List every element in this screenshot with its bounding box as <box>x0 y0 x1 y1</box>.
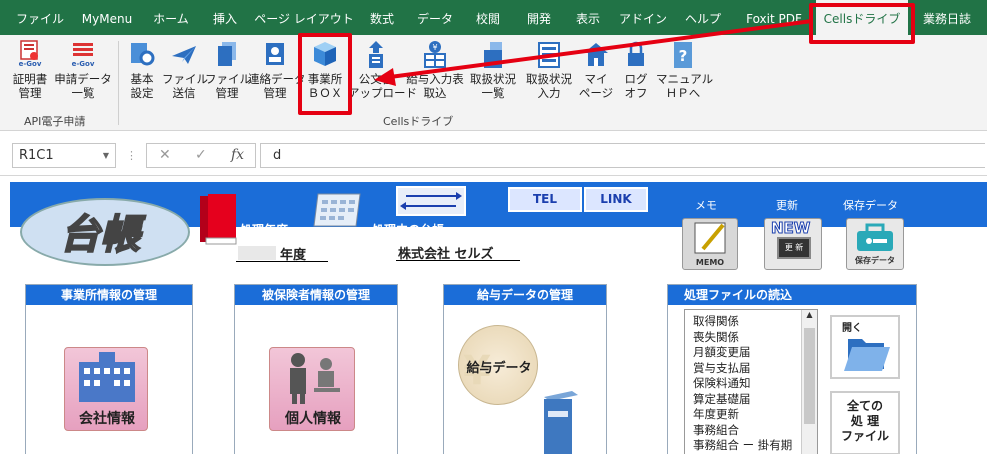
update-button[interactable]: NEW 更 新 <box>764 218 822 270</box>
panel-file-loader: 処理ファイルの読込 取得関係 喪失関係 月額変更届 賞与支払届 保険料通知 算定… <box>667 284 917 454</box>
swap-arrows-icon <box>400 192 462 210</box>
list-item[interactable]: 取得関係 <box>693 314 792 330</box>
saved-data-label: 保存データ <box>843 199 898 212</box>
scroll-thumb[interactable] <box>804 328 815 424</box>
label-line3: ファイル <box>840 429 889 443</box>
processing-year-label: 処理年度 <box>240 223 289 237</box>
panel-title: 処理ファイルの読込 <box>668 285 916 305</box>
switch-ledger-button[interactable] <box>396 186 466 216</box>
current-ledger-label: 処理中の台帳 <box>372 223 445 237</box>
pointer-arrow <box>374 19 813 86</box>
list-item[interactable]: 事務組合 ー 掛有期 <box>693 438 792 454</box>
saved-data-button[interactable]: 保存データ <box>846 218 904 270</box>
year-value-cell <box>238 246 276 260</box>
list-item[interactable]: 年度更新 <box>693 407 792 423</box>
worksheet: 台帳 処理年度 処理中の台帳 TEL LINK メモ 更新 保存データ MEMO <box>0 176 987 454</box>
link-button[interactable]: LINK <box>584 187 648 212</box>
update-monitor-icon: 更 新 <box>777 237 811 259</box>
calendar-icon <box>312 190 364 230</box>
scroll-up-icon[interactable]: ▲ <box>802 310 817 319</box>
process-file-items: 取得関係 喪失関係 月額変更届 賞与支払届 保険料通知 算定基礎届 年度更新 事… <box>693 314 792 454</box>
process-file-list[interactable]: 取得関係 喪失関係 月額変更届 賞与支払届 保険料通知 算定基礎届 年度更新 事… <box>684 309 818 454</box>
year-underline <box>236 261 328 262</box>
red-book-icon <box>198 192 238 246</box>
panel-title: 事業所情報の管理 <box>26 285 192 305</box>
personal-info-button[interactable]: 個人情報 <box>269 347 355 431</box>
chevron-down-icon[interactable]: ▼ <box>103 144 109 167</box>
cancel-icon[interactable]: ✕ <box>159 147 171 163</box>
check-icon[interactable]: ✓ <box>195 147 207 163</box>
list-item[interactable]: 喪失関係 <box>693 330 792 346</box>
formula-buttons: ✕ ✓ fx <box>146 143 256 168</box>
panel-salary-data: 給与データの管理 ¥ 給与データ <box>443 284 607 454</box>
list-scrollbar[interactable]: ▲ <box>801 310 817 454</box>
memo-button[interactable]: MEMO <box>682 218 738 270</box>
binder-file-icon <box>540 389 580 454</box>
list-item[interactable]: 月額変更届 <box>693 345 792 361</box>
salary-data-button[interactable]: ¥ 給与データ <box>458 325 538 405</box>
list-item[interactable]: 保険料通知 <box>693 376 792 392</box>
more-vertical-icon: ⋮ <box>126 149 137 162</box>
people-icon <box>290 353 340 404</box>
toolbox-icon <box>857 223 893 251</box>
open-file-button[interactable]: 開く <box>830 315 900 379</box>
name-box[interactable]: R1C1 ▼ <box>12 143 116 168</box>
insert-function-icon[interactable]: fx <box>231 147 244 163</box>
company-underline <box>396 260 520 261</box>
all-process-files-button[interactable]: 全ての 処 理 ファイル <box>830 391 900 454</box>
panel-title: 被保険者情報の管理 <box>235 285 397 305</box>
update-label: 更新 <box>776 199 798 212</box>
formula-bar: R1C1 ▼ ⋮ ✕ ✓ fx d <box>0 131 987 176</box>
daicho-logo-text: 台帳 <box>59 210 141 259</box>
memo-pen-icon <box>694 222 726 254</box>
building-icon <box>79 352 135 402</box>
label-line1: 全ての <box>846 399 883 413</box>
label-line2: 処 理 <box>850 414 880 428</box>
formula-input[interactable]: d <box>260 143 985 168</box>
memo-label: メモ <box>695 199 717 212</box>
list-item[interactable]: 算定基礎届 <box>693 392 792 408</box>
panel-title: 給与データの管理 <box>444 285 606 305</box>
company-info-button[interactable]: 会社情報 <box>64 347 148 431</box>
tel-button[interactable]: TEL <box>508 187 582 212</box>
panel-insured-info: 被保険者情報の管理 個人情報 <box>234 284 398 454</box>
list-item[interactable]: 賞与支払届 <box>693 361 792 377</box>
panel-office-info: 事業所情報の管理 会社情報 <box>25 284 193 454</box>
new-icon: NEW <box>770 219 811 238</box>
list-item[interactable]: 事務組合 <box>693 423 792 439</box>
